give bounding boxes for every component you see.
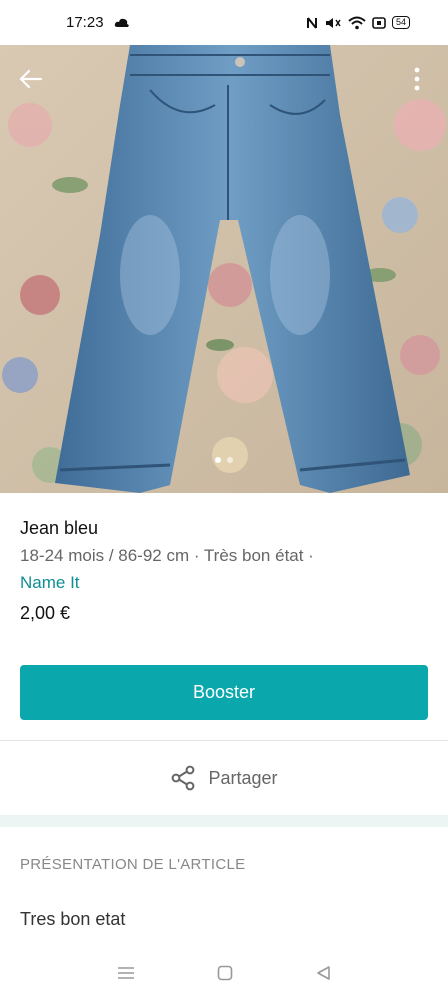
more-vertical-icon [414,67,420,91]
back-arrow-icon [19,69,43,89]
system-nav-bar [0,950,448,995]
wifi-icon [348,16,366,29]
product-photo[interactable] [0,45,448,493]
item-price: 2,00 € [20,603,71,623]
item-brand-link[interactable]: Name It [20,569,430,596]
share-button[interactable]: Partager [0,741,448,815]
jeans-image [0,45,448,493]
section-title: PRÉSENTATION DE L'ARTICLE [20,856,246,873]
home-icon[interactable] [217,965,233,981]
status-time: 17:23 [66,14,104,31]
share-label: Partager [208,767,278,788]
back-button[interactable] [14,62,48,96]
carousel-dot[interactable] [227,457,233,463]
section-separator [0,815,448,827]
nfc-icon [306,16,317,29]
cloud-icon [114,18,129,27]
item-title: Jean bleu [20,518,99,538]
booster-button[interactable]: Booster [20,665,428,720]
back-icon[interactable] [315,965,331,981]
item-description: Tres bon etat [20,909,126,929]
item-meta: 18-24 mois / 86-92 cm · Très bon état · [20,546,314,565]
carousel-indicator [0,457,448,463]
share-icon [172,765,195,791]
menu-icon[interactable] [117,966,135,980]
sim-icon [372,16,386,29]
more-options-button[interactable] [400,62,434,96]
item-info: Jean bleu 18-24 mois / 86-92 cm · Très b… [20,516,430,626]
carousel-dot[interactable] [215,457,221,463]
status-bar: 17:23 54 [0,0,448,45]
battery-icon: 54 [391,16,410,29]
mute-icon [325,17,341,28]
